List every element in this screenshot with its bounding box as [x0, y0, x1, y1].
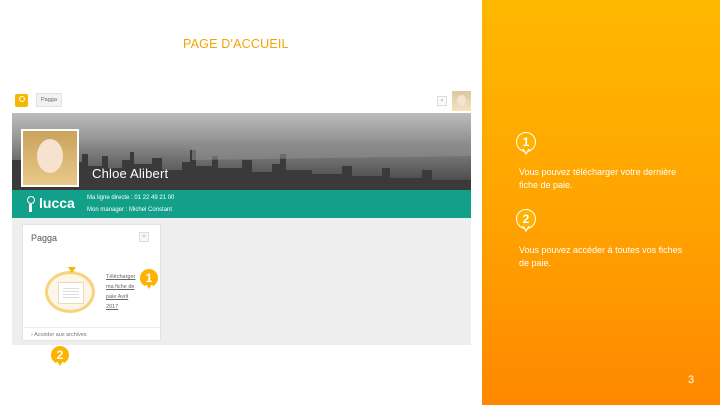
lucca-brand-icon: [26, 196, 36, 212]
right-panel: [482, 0, 720, 405]
payslip-icon[interactable]: [45, 271, 95, 313]
marker-2-on-app: 2: [50, 345, 70, 369]
profile-name: Chloe Alibert: [92, 166, 169, 181]
slide-title: PAGE D'ACCUEIL: [183, 37, 289, 51]
user-avatar[interactable]: [452, 91, 471, 111]
direct-line: Ma ligne directe : 01 22 49 21 00: [87, 195, 175, 201]
card-title: Pagga: [31, 233, 58, 243]
archives-link-label[interactable]: Accéder aux archives: [34, 332, 87, 338]
card-settings-button[interactable]: ×: [139, 232, 149, 242]
marker-2: 2: [516, 209, 536, 233]
profile-photo: [21, 129, 79, 187]
page-number: 3: [688, 374, 695, 386]
info-bar: lucca Ma ligne directe : 01 22 49 21 00 …: [12, 190, 471, 218]
topbar-button[interactable]: ×: [437, 96, 447, 106]
download-payslip-link[interactable]: Télécharger ma fiche de paie Avril 2017: [106, 272, 140, 312]
city-skyline-image: [12, 142, 471, 190]
app-tab[interactable]: Pagga: [36, 93, 62, 107]
app-topbar: Pagga ×: [12, 89, 471, 113]
lucca-logo-icon[interactable]: [15, 94, 28, 107]
payslip-pointer-icon: [68, 267, 76, 273]
marker-2-description: Vous pouvez accéder à toutes vos fiches …: [519, 245, 683, 268]
marker-1-description: Vous pouvez télécharger votre dernière f…: [519, 167, 677, 190]
marker-1: 1: [516, 132, 536, 156]
brand-name: lucca: [39, 195, 75, 211]
archives-link[interactable]: › Accéder aux archives: [23, 327, 160, 341]
app-screenshot: Pagga × Chloe Alibert lucca Ma ligne dir…: [12, 89, 471, 345]
marker-1-on-app: 1: [139, 268, 159, 292]
manager-line: Mon manager : Michel Constant: [87, 207, 173, 213]
profile-banner: Chloe Alibert: [12, 113, 471, 190]
